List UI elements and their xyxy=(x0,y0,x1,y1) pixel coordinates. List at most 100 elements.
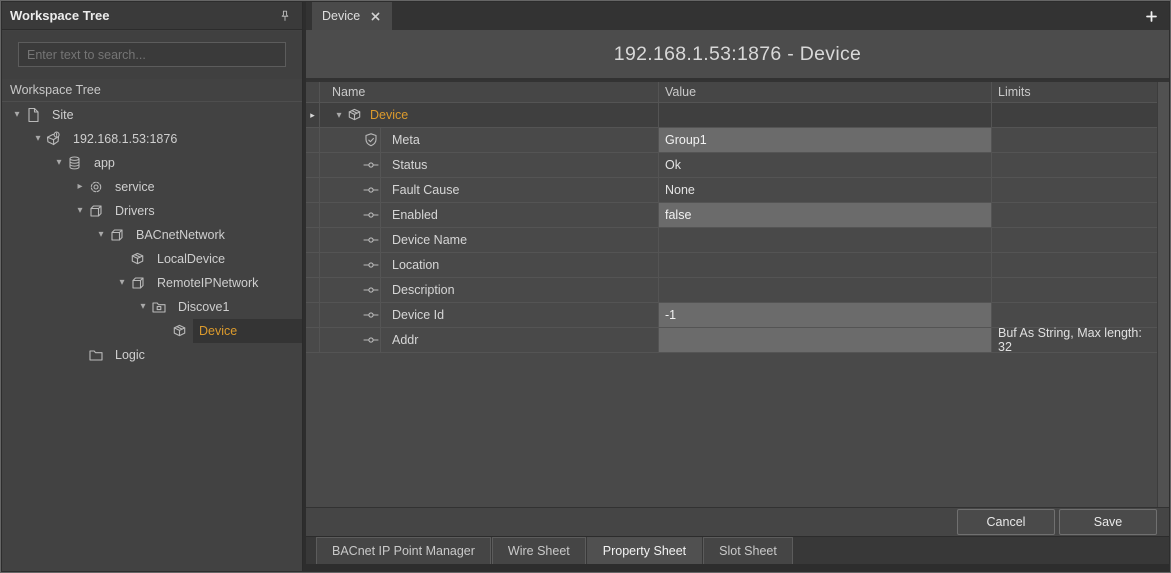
slot-icon xyxy=(362,307,379,323)
tree-item-bacnetnetwork[interactable]: ▾ BACnetNetwork xyxy=(2,223,302,247)
name-cell: Addr xyxy=(320,328,659,352)
value-cell[interactable]: -1 xyxy=(659,303,992,327)
view-tab-property-sheet[interactable]: Property Sheet xyxy=(587,537,702,564)
property-row-enabled[interactable]: Enabled false xyxy=(306,203,1157,228)
folder-icon xyxy=(87,347,104,363)
tree-item-discove1[interactable]: ▾Discove1 xyxy=(2,295,302,319)
indent-guide xyxy=(380,328,381,352)
slot-icon xyxy=(362,182,379,198)
tree-item-site[interactable]: ▾ Site xyxy=(2,103,302,127)
expander-open-icon[interactable]: ▾ xyxy=(10,103,24,127)
gear-icon xyxy=(87,179,104,195)
expander-open-icon[interactable]: ▾ xyxy=(73,199,87,223)
tree-item-label: app xyxy=(88,151,121,175)
cube-icon xyxy=(87,203,104,219)
row-gutter xyxy=(306,328,320,352)
property-limits: Buf As String, Max length: 32 xyxy=(998,326,1157,354)
tree-item-label: BACnetNetwork xyxy=(130,223,231,247)
limits-cell xyxy=(992,103,1157,127)
property-name: Fault Cause xyxy=(392,183,459,197)
property-value: Ok xyxy=(665,158,681,172)
window-edge xyxy=(306,564,1169,571)
row-gutter xyxy=(306,203,320,227)
close-icon[interactable] xyxy=(369,10,382,23)
property-row-device-id[interactable]: Device Id-1 xyxy=(306,303,1157,328)
tree-item-drivers[interactable]: ▾ Drivers xyxy=(2,199,302,223)
pin-icon[interactable] xyxy=(276,7,294,25)
tree-item-app[interactable]: ▾ app xyxy=(2,151,302,175)
document-tabbar: Device xyxy=(306,2,1169,30)
view-tab-bacnet-ip-point-manager[interactable]: BACnet IP Point Manager xyxy=(316,537,491,564)
tree-item-label: 192.168.1.53:1876 xyxy=(67,127,183,151)
value-cell[interactable] xyxy=(659,328,992,352)
property-row-device-name[interactable]: Device Name xyxy=(306,228,1157,253)
box3d-icon xyxy=(346,107,363,123)
tree-item-service[interactable]: ▸ service xyxy=(2,175,302,199)
page-title: 192.168.1.53:1876 - Device xyxy=(614,43,861,66)
tree-item-localdevice[interactable]: LocalDevice xyxy=(2,247,302,271)
save-button[interactable]: Save xyxy=(1059,509,1157,535)
view-tab-slot-sheet[interactable]: Slot Sheet xyxy=(703,537,793,564)
table-header: Name Value Limits xyxy=(306,82,1157,103)
expander-open-icon[interactable]: ▾ xyxy=(136,295,150,319)
main-panel: Device 192.168.1.53:1876 - Device Name V… xyxy=(306,2,1169,571)
workspace-tree-panel: Workspace Tree Workspace Tree ▾Site▾192.… xyxy=(2,2,303,571)
sidebar-header: Workspace Tree xyxy=(2,2,302,30)
row-gutter xyxy=(306,178,320,202)
value-cell[interactable]: Group1 xyxy=(659,128,992,152)
tree-item-logic[interactable]: Logic xyxy=(2,343,302,367)
expander-open-icon[interactable]: ▾ xyxy=(31,127,45,151)
row-gutter xyxy=(306,153,320,177)
tree-item-label: LocalDevice xyxy=(151,247,231,271)
slot-icon xyxy=(362,332,379,348)
indent-guide xyxy=(380,228,381,252)
column-header-value: Value xyxy=(659,82,992,102)
property-row-description[interactable]: Description xyxy=(306,278,1157,303)
property-row-fault-cause[interactable]: Fault Cause None xyxy=(306,178,1157,203)
box3d-icon xyxy=(171,323,188,339)
property-row-meta[interactable]: Meta Group1 xyxy=(306,128,1157,153)
expander-open-icon[interactable]: ▾ xyxy=(52,151,66,175)
tree-item-label: Drivers xyxy=(109,199,161,223)
value-cell[interactable]: false xyxy=(659,203,992,227)
search-area xyxy=(2,31,302,79)
expander-closed-icon[interactable]: ▸ xyxy=(73,175,87,199)
property-value: Group1 xyxy=(665,133,707,147)
property-row-location[interactable]: Location xyxy=(306,253,1157,278)
property-value: None xyxy=(665,183,695,197)
indent-guide xyxy=(380,278,381,302)
tree-item-label: Device xyxy=(193,319,302,343)
property-row-status[interactable]: Status Ok xyxy=(306,153,1157,178)
expander-open-icon[interactable]: ▾ xyxy=(115,271,129,295)
vertical-scrollbar[interactable] xyxy=(1157,82,1169,507)
expander-open-icon[interactable]: ▾ xyxy=(332,110,346,121)
search-input[interactable] xyxy=(18,42,286,67)
cancel-button[interactable]: Cancel xyxy=(957,509,1055,535)
value-cell: Ok xyxy=(659,153,992,177)
slot-icon xyxy=(362,257,379,273)
value-cell: None xyxy=(659,178,992,202)
tree-item-192-168-1-53-1876[interactable]: ▾ 192.168.1.53:1876 xyxy=(2,127,302,151)
property-row-device[interactable]: ▸▾Device xyxy=(306,103,1157,128)
tab-device[interactable]: Device xyxy=(312,2,392,30)
name-cell: Status xyxy=(320,153,659,177)
tree-item-label: Logic xyxy=(109,343,151,367)
name-cell: Location xyxy=(320,253,659,277)
tree-item-label: Site xyxy=(46,103,80,127)
indent-guide xyxy=(380,203,381,227)
title-bar: 192.168.1.53:1876 - Device xyxy=(306,30,1169,80)
property-name: Meta xyxy=(392,133,420,147)
add-tab-icon[interactable] xyxy=(1143,8,1159,24)
tree-item-device[interactable]: Device xyxy=(2,319,302,343)
tree-item-remoteipnetwork[interactable]: ▾RemoteIPNetwork xyxy=(2,271,302,295)
value-cell xyxy=(659,278,992,302)
tree-item-label: service xyxy=(109,175,161,199)
view-tabbar: BACnet IP Point ManagerWire SheetPropert… xyxy=(306,536,1169,564)
view-tab-wire-sheet[interactable]: Wire Sheet xyxy=(492,537,586,564)
expander-open-icon[interactable]: ▾ xyxy=(94,223,108,247)
property-row-addr[interactable]: Addr Buf As String, Max length: 32 xyxy=(306,328,1157,353)
property-name: Enabled xyxy=(392,208,438,222)
property-sheet: Name Value Limits ▸▾Device Meta Group1 Stat… xyxy=(306,82,1169,507)
gutter-header xyxy=(306,82,320,102)
limits-cell xyxy=(992,203,1157,227)
